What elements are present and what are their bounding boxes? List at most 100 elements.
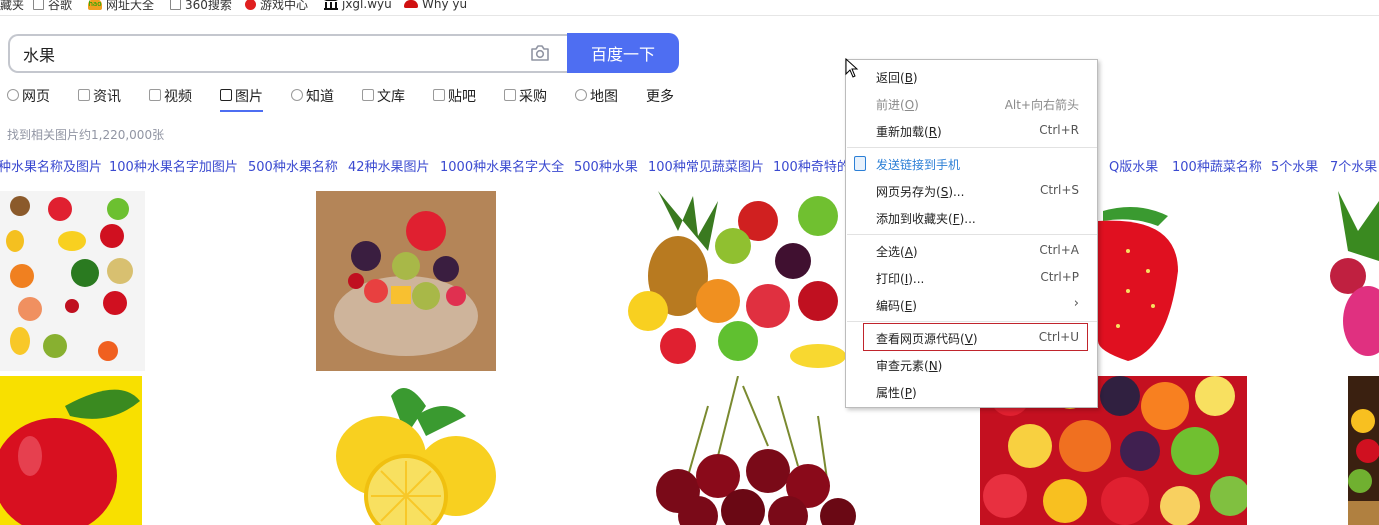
menu-item-inspect[interactable]: 审查元素(N) bbox=[846, 352, 1097, 379]
bookmark-game[interactable]: 游戏中心 bbox=[245, 0, 308, 13]
menu-item-save-as[interactable]: 网页另存为(S)... Ctrl+S bbox=[846, 178, 1097, 205]
dragonfruit-image[interactable] bbox=[1328, 191, 1379, 371]
related-link[interactable]: 500种水果名称 bbox=[248, 156, 338, 174]
menu-item-add-favorite[interactable]: 添加到收藏夹(F)... bbox=[846, 205, 1097, 232]
search-box bbox=[8, 34, 568, 73]
menu-item-forward[interactable]: 前进(O) Alt+向右箭头 bbox=[846, 91, 1097, 118]
hao123-icon: hao bbox=[88, 0, 102, 10]
bookmark-label: 360搜索 bbox=[185, 0, 232, 12]
bookmark-label: Why yu bbox=[422, 0, 468, 11]
related-searches: 种水果名称及图片 100种水果名字加图片 500种水果名称 42种水果图片 10… bbox=[0, 156, 1379, 174]
tab-label: 资讯 bbox=[93, 89, 121, 105]
fruit-basket-image[interactable] bbox=[1348, 376, 1379, 525]
question-icon bbox=[291, 89, 303, 101]
related-link[interactable]: 42种水果图片 bbox=[348, 156, 430, 174]
menu-item-print[interactable]: 打印(I)... Ctrl+P bbox=[846, 265, 1097, 292]
strawberry-image[interactable] bbox=[1098, 191, 1198, 371]
bookmark-favorites[interactable]: 藏夹 bbox=[0, 0, 24, 13]
news-icon bbox=[78, 89, 90, 101]
tab-video[interactable]: 视频 bbox=[149, 86, 192, 112]
menu-item-properties[interactable]: 属性(P) bbox=[846, 379, 1097, 406]
menu-separator bbox=[847, 147, 1097, 148]
tab-tieba[interactable]: 贴吧 bbox=[433, 86, 476, 112]
bookmark-label: 网址大全 bbox=[106, 0, 155, 12]
bookmark-label: 谷歌 bbox=[48, 0, 73, 12]
tab-zhidao[interactable]: 知道 bbox=[291, 86, 334, 112]
tab-wenku[interactable]: 文库 bbox=[362, 86, 405, 112]
camera-icon[interactable] bbox=[530, 44, 550, 62]
tab-label: 知道 bbox=[306, 89, 334, 105]
tab-label: 贴吧 bbox=[448, 89, 476, 105]
menu-separator bbox=[847, 234, 1097, 235]
shortcut-label: Ctrl+U bbox=[1038, 330, 1079, 344]
tab-web[interactable]: 网页 bbox=[7, 86, 50, 112]
bank-icon bbox=[324, 0, 338, 10]
apple-image[interactable] bbox=[0, 376, 142, 525]
tab-label: 图片 bbox=[235, 89, 263, 105]
lemon-image[interactable] bbox=[316, 376, 496, 525]
map-icon bbox=[575, 89, 587, 101]
bookmark-360[interactable]: 360搜索 bbox=[170, 0, 232, 13]
fruit-collage-image[interactable] bbox=[0, 191, 145, 371]
phone-icon bbox=[854, 156, 866, 171]
page-icon bbox=[33, 0, 44, 10]
related-link[interactable]: Q版水果 bbox=[1109, 156, 1158, 174]
bookmark-label: 游戏中心 bbox=[260, 0, 309, 12]
menu-item-send-to-phone[interactable]: 发送链接到手机 bbox=[846, 151, 1097, 178]
bookmark-label: jxgl.wyu bbox=[342, 0, 392, 11]
bookmarks-bar: 藏夹 谷歌 hao 网址大全 360搜索 游戏中心 jxgl.wyu Why yu bbox=[0, 0, 1379, 16]
bookmark-label: 藏夹 bbox=[0, 0, 25, 12]
tab-label: 视频 bbox=[164, 89, 192, 105]
tab-caigou[interactable]: 采购 bbox=[504, 86, 547, 112]
fruit-pile-image[interactable] bbox=[618, 191, 848, 371]
tab-label: 地图 bbox=[590, 89, 618, 105]
tab-label: 文库 bbox=[377, 89, 405, 105]
doc-icon bbox=[362, 89, 374, 101]
shortcut-label: Alt+向右箭头 bbox=[1004, 98, 1079, 112]
tab-news[interactable]: 资讯 bbox=[78, 86, 121, 112]
bookmark-why[interactable]: Why yu bbox=[404, 0, 467, 13]
related-link[interactable]: 100种水果名字加图片 bbox=[109, 156, 238, 174]
menu-item-back[interactable]: 返回(B) bbox=[846, 64, 1097, 91]
cherry-image[interactable] bbox=[618, 376, 878, 525]
related-link[interactable]: 5个水果 bbox=[1271, 156, 1318, 174]
search-input[interactable] bbox=[23, 44, 503, 64]
image-icon bbox=[220, 89, 232, 101]
fruit-salad-bowl-image[interactable] bbox=[316, 191, 496, 371]
tieba-icon bbox=[433, 89, 445, 101]
result-count: 找到相关图片约1,220,000张 bbox=[7, 128, 165, 142]
menu-item-view-source[interactable]: 查看网页源代码(V) Ctrl+U bbox=[846, 325, 1097, 352]
shortcut-label: Ctrl+S bbox=[1039, 183, 1079, 197]
tab-label: 网页 bbox=[22, 89, 50, 105]
related-link[interactable]: 500种水果 bbox=[574, 156, 638, 174]
menu-item-select-all[interactable]: 全选(A) Ctrl+A bbox=[846, 238, 1097, 265]
menu-item-reload[interactable]: 重新加载(R) Ctrl+R bbox=[846, 118, 1097, 145]
mouse-cursor-icon bbox=[845, 58, 859, 78]
game-icon bbox=[245, 0, 256, 10]
related-link[interactable]: 100种奇特的 bbox=[773, 156, 850, 174]
related-link[interactable]: 100种常见蔬菜图片 bbox=[648, 156, 764, 174]
tab-label: 采购 bbox=[519, 89, 547, 105]
search-icon bbox=[7, 89, 19, 101]
tab-label: 更多 bbox=[646, 89, 674, 105]
bookmark-hao123[interactable]: hao 网址大全 bbox=[88, 0, 154, 13]
bookmark-google[interactable]: 谷歌 bbox=[33, 0, 72, 13]
bookmark-jxgl[interactable]: jxgl.wyu bbox=[324, 0, 392, 13]
tab-images[interactable]: 图片 bbox=[220, 86, 263, 112]
shortcut-label: Ctrl+A bbox=[1039, 243, 1079, 257]
related-link[interactable]: 100种蔬菜名称 bbox=[1172, 156, 1262, 174]
page-icon bbox=[170, 0, 181, 10]
chevron-right-icon: › bbox=[1073, 296, 1079, 311]
related-link[interactable]: 种水果名称及图片 bbox=[0, 156, 102, 174]
video-icon bbox=[149, 89, 161, 101]
context-menu: 返回(B) 前进(O) Alt+向右箭头 重新加载(R) Ctrl+R 发送链接… bbox=[845, 59, 1098, 408]
tab-map[interactable]: 地图 bbox=[575, 86, 618, 112]
search-button[interactable]: 百度一下 bbox=[567, 33, 679, 73]
menu-item-encoding[interactable]: 编码(E) › bbox=[846, 292, 1097, 319]
related-link[interactable]: 7个水果 bbox=[1330, 156, 1377, 174]
cart-icon bbox=[504, 89, 516, 101]
hat-icon bbox=[404, 0, 418, 8]
related-link[interactable]: 1000种水果名字大全 bbox=[440, 156, 564, 174]
tab-more[interactable]: 更多 bbox=[646, 86, 674, 112]
menu-separator bbox=[847, 321, 1097, 322]
